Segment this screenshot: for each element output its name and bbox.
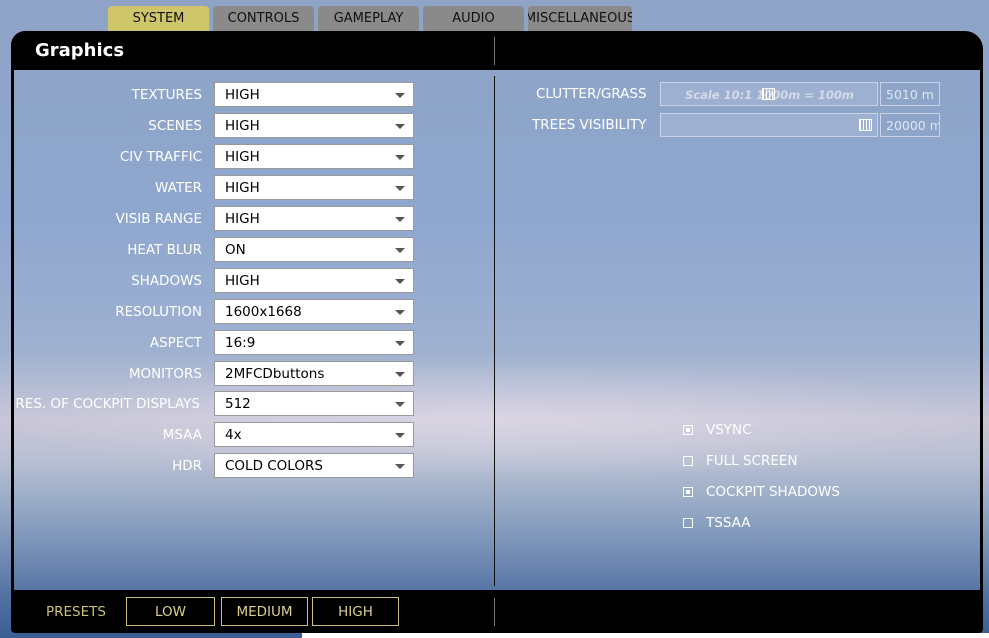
- heat-blur-dropdown[interactable]: ON: [214, 237, 414, 262]
- chevron-down-icon: [395, 341, 405, 346]
- setting-label: WATER: [155, 180, 202, 196]
- dropdown-value: ON: [225, 242, 246, 258]
- setting-label: CIV TRAFFIC: [119, 149, 202, 165]
- dropdown-value: 512: [225, 396, 251, 412]
- scenes-dropdown[interactable]: HIGH: [214, 113, 414, 138]
- checkbox-unchecked-icon[interactable]: [683, 518, 693, 528]
- checkbox-label: TSSAA: [706, 515, 751, 531]
- cockpit-displays-dropdown[interactable]: 512: [214, 391, 414, 416]
- presets-label: PRESETS: [46, 604, 106, 620]
- checkbox-checked-icon[interactable]: [683, 425, 693, 435]
- tssaa-checkbox[interactable]: TSSAA: [683, 514, 750, 532]
- dropdown-value: 16:9: [225, 335, 256, 351]
- chevron-down-icon: [395, 217, 405, 222]
- section-header: Graphics: [11, 31, 983, 70]
- chevron-down-icon: [395, 433, 405, 438]
- preset-low-button[interactable]: LOW: [126, 597, 215, 626]
- setting-label: TEXTURES: [131, 87, 202, 103]
- visib-range-dropdown[interactable]: HIGH: [214, 206, 414, 231]
- clutter-grass-value[interactable]: 5010 m: [880, 82, 940, 106]
- setting-label: HDR: [172, 458, 202, 474]
- trees-visibility-value[interactable]: 20000 m: [880, 113, 940, 137]
- dropdown-value: HIGH: [225, 273, 260, 289]
- slider-handle[interactable]: [762, 88, 775, 100]
- clutter-grass-slider[interactable]: Scale 10:1 1000m = 100m: [660, 82, 878, 106]
- trees-visibility-slider[interactable]: [660, 113, 878, 137]
- vsync-checkbox[interactable]: VSYNC: [683, 421, 752, 439]
- setting-label: RESOLUTION: [115, 304, 202, 320]
- checkbox-unchecked-icon[interactable]: [683, 456, 693, 466]
- bottom-strip: [302, 633, 989, 638]
- hdr-dropdown[interactable]: COLD COLORS: [214, 453, 414, 478]
- dropdown-value: 1600x1668: [225, 304, 302, 320]
- setting-label: SCENES: [148, 118, 202, 134]
- setting-label: ASPECT: [149, 335, 202, 351]
- dropdown-value: HIGH: [225, 149, 260, 165]
- shadows-dropdown[interactable]: HIGH: [214, 268, 414, 293]
- chevron-down-icon: [395, 248, 405, 253]
- footer-divider: [494, 598, 495, 626]
- checkbox-label: FULL SCREEN: [706, 453, 798, 469]
- textures-dropdown[interactable]: HIGH: [214, 82, 414, 107]
- checkbox-label: VSYNC: [706, 422, 752, 438]
- setting-label: HEAT BLUR: [127, 242, 202, 258]
- setting-label: SHADOWS: [131, 273, 202, 289]
- checkbox-label: COCKPIT SHADOWS: [706, 484, 840, 500]
- dropdown-value: HIGH: [225, 87, 260, 103]
- setting-label: MONITORS: [128, 366, 202, 382]
- panel-right-border: [980, 70, 983, 590]
- slider-handle[interactable]: [859, 119, 872, 131]
- chevron-down-icon: [395, 372, 405, 377]
- center-divider: [494, 76, 495, 586]
- chevron-down-icon: [395, 310, 405, 315]
- preset-high-button[interactable]: HIGH: [312, 597, 399, 626]
- checkbox-checked-icon[interactable]: [683, 487, 693, 497]
- preset-medium-button[interactable]: MEDIUM: [221, 597, 308, 626]
- chevron-down-icon: [395, 186, 405, 191]
- header-divider: [494, 37, 495, 65]
- setting-label: RES. OF COCKPIT DISPLAYS: [15, 396, 200, 412]
- chevron-down-icon: [395, 464, 405, 469]
- monitors-dropdown[interactable]: 2MFCDbuttons: [214, 361, 414, 386]
- chevron-down-icon: [395, 155, 405, 160]
- full-screen-checkbox[interactable]: FULL SCREEN: [683, 452, 798, 470]
- dropdown-value: HIGH: [225, 118, 260, 134]
- cockpit-shadows-checkbox[interactable]: COCKPIT SHADOWS: [683, 483, 840, 501]
- setting-label: VISIB RANGE: [115, 211, 202, 227]
- aspect-dropdown[interactable]: 16:9: [214, 330, 414, 355]
- civ-traffic-dropdown[interactable]: HIGH: [214, 144, 414, 169]
- trees-visibility-label: TREES VISIBILITY: [532, 117, 647, 133]
- dropdown-value: 2MFCDbuttons: [225, 366, 325, 382]
- tab-gameplay[interactable]: GAMEPLAY: [318, 6, 419, 31]
- clutter-grass-label: CLUTTER/GRASS: [536, 86, 647, 102]
- dropdown-value: 4x: [225, 427, 242, 443]
- chevron-down-icon: [395, 402, 405, 407]
- tab-bar: SYSTEM CONTROLS GAMEPLAY AUDIO MISCELLAN…: [108, 6, 636, 31]
- presets-footer: PRESETS LOW MEDIUM HIGH: [11, 590, 983, 633]
- setting-label: MSAA: [162, 427, 202, 443]
- chevron-down-icon: [395, 124, 405, 129]
- dropdown-value: COLD COLORS: [225, 458, 323, 474]
- chevron-down-icon: [395, 279, 405, 284]
- panel-left-border: [11, 70, 14, 590]
- tab-audio[interactable]: AUDIO: [423, 6, 524, 31]
- dropdown-value: HIGH: [225, 211, 260, 227]
- tab-system[interactable]: SYSTEM: [108, 6, 209, 31]
- dropdown-value: HIGH: [225, 180, 260, 196]
- msaa-dropdown[interactable]: 4x: [214, 422, 414, 447]
- chevron-down-icon: [395, 93, 405, 98]
- water-dropdown[interactable]: HIGH: [214, 175, 414, 200]
- tab-controls[interactable]: CONTROLS: [213, 6, 314, 31]
- section-title: Graphics: [35, 40, 125, 61]
- resolution-dropdown[interactable]: 1600x1668: [214, 299, 414, 324]
- tab-miscellaneous[interactable]: MISCELLANEOUS: [528, 6, 632, 31]
